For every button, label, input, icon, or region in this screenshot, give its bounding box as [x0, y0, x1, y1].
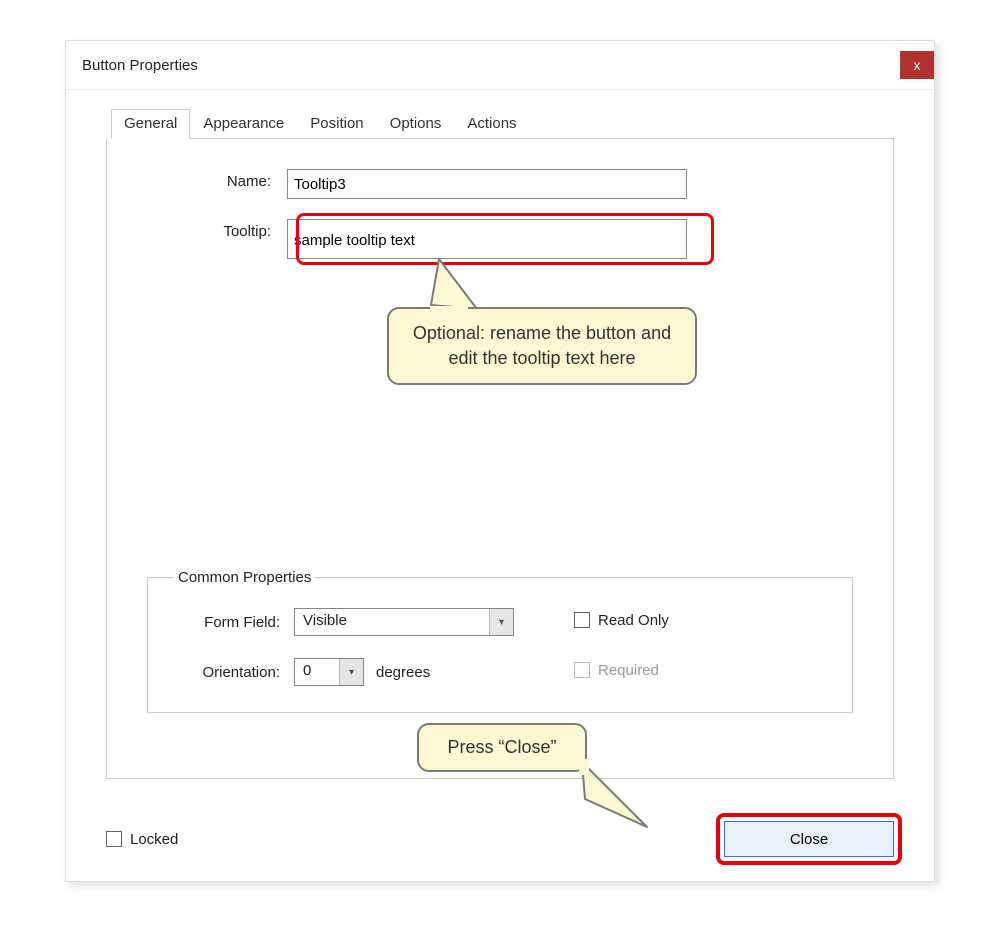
tab-options[interactable]: Options	[377, 109, 455, 139]
checkbox-box-icon	[574, 662, 590, 678]
name-row: Name:	[147, 169, 853, 199]
common-properties-group: Common Properties Form Field: Visible ▾ …	[147, 569, 853, 713]
required-label: Required	[598, 662, 659, 679]
name-label: Name:	[147, 169, 287, 190]
required-checkbox: Required	[574, 662, 659, 679]
callout-close-text: Press “Close”	[447, 737, 556, 757]
tab-position[interactable]: Position	[297, 109, 376, 139]
form-field-select[interactable]: Visible ▾	[294, 608, 514, 636]
common-properties-legend: Common Properties	[174, 569, 315, 586]
form-field-label: Form Field:	[174, 614, 294, 631]
tooltip-row: Tooltip:	[147, 219, 853, 259]
dialog-title: Button Properties	[82, 57, 198, 74]
orientation-select[interactable]: 0 ▾	[294, 658, 364, 686]
orientation-label: Orientation:	[174, 664, 294, 681]
chevron-down-icon: ▾	[339, 659, 363, 685]
callout-rename: Optional: rename the button and edit the…	[387, 307, 697, 385]
callout-tail-patch	[430, 306, 468, 312]
tab-general[interactable]: General	[111, 109, 190, 139]
read-only-checkbox[interactable]: Read Only	[574, 612, 669, 629]
locked-label: Locked	[130, 831, 178, 848]
locked-checkbox[interactable]: Locked	[106, 831, 178, 848]
tab-strip: General Appearance Position Options Acti…	[111, 108, 894, 139]
close-icon[interactable]: x	[900, 51, 934, 79]
checkbox-box-icon	[106, 831, 122, 847]
dialog-body: General Appearance Position Options Acti…	[66, 90, 934, 807]
tooltip-input[interactable]	[287, 219, 687, 259]
degrees-label: degrees	[376, 664, 430, 681]
button-properties-dialog: Button Properties x General Appearance P…	[65, 40, 935, 882]
form-field-value: Visible	[295, 609, 489, 635]
read-only-label: Read Only	[598, 612, 669, 629]
titlebar: Button Properties x	[66, 41, 934, 90]
name-input[interactable]	[287, 169, 687, 199]
tab-actions[interactable]: Actions	[454, 109, 529, 139]
callout-close: Press “Close”	[417, 723, 587, 772]
chevron-down-icon: ▾	[489, 609, 513, 635]
orientation-value: 0	[295, 659, 339, 685]
callout-close-tail-patch	[579, 759, 589, 775]
close-button[interactable]: Close	[724, 821, 894, 857]
callout-rename-text: Optional: rename the button and edit the…	[413, 323, 671, 368]
checkbox-box-icon	[574, 612, 590, 628]
general-panel: Name: Tooltip: Optional: rename the butt…	[106, 139, 894, 779]
tooltip-label: Tooltip:	[147, 219, 287, 240]
dialog-footer: Locked Close	[66, 807, 934, 881]
tab-appearance[interactable]: Appearance	[190, 109, 297, 139]
